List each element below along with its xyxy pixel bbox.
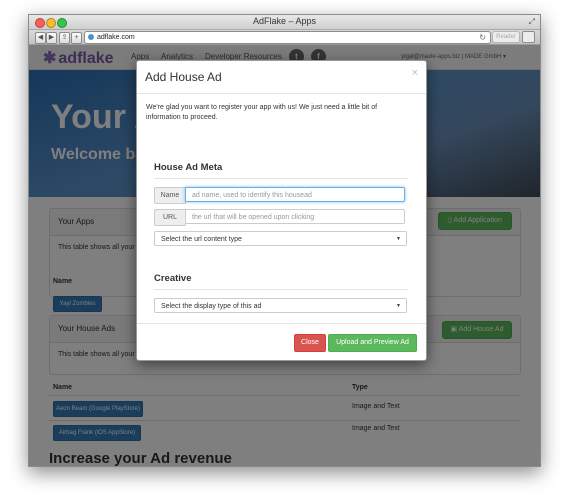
- address-bar[interactable]: adflake.com ↻: [84, 31, 491, 44]
- close-button[interactable]: Close: [294, 334, 326, 352]
- modal-title: Add House Ad: [145, 70, 222, 84]
- creative-heading: Creative: [154, 273, 192, 284]
- reload-icon[interactable]: ↻: [479, 32, 486, 43]
- site-icon: [88, 34, 94, 40]
- section-divider: [154, 178, 408, 179]
- modal-intro-text: We're glad you want to register your app…: [146, 104, 378, 121]
- modal-header: Add House Ad ×: [137, 61, 426, 94]
- url-text: adflake.com: [97, 34, 135, 41]
- url-input[interactable]: the url that will be opened upon clickin…: [185, 209, 405, 224]
- upload-preview-button[interactable]: Upload and Preview Ad: [328, 334, 417, 352]
- url-content-type-value: Select the url content type: [161, 236, 242, 243]
- browser-toolbar: ◀ ▶ ⇪ + adflake.com ↻ Reader: [29, 30, 540, 45]
- modal-footer: Close Upload and Preview Ad: [137, 323, 426, 361]
- browser-window: AdFlake – Apps ⤢ ◀ ▶ ⇪ + adflake.com ↻ R…: [28, 14, 541, 467]
- forward-button[interactable]: ▶: [46, 32, 57, 44]
- title-bar: AdFlake – Apps ⤢: [29, 15, 540, 30]
- fullscreen-icon[interactable]: ⤢: [529, 17, 535, 27]
- page-viewport: ✱adflake Apps Analytics Developer Resour…: [29, 45, 540, 466]
- downloads-icon[interactable]: [522, 31, 535, 43]
- url-content-type-select[interactable]: Select the url content type ▼: [154, 231, 407, 246]
- reader-button[interactable]: Reader: [492, 31, 520, 43]
- back-button[interactable]: ◀: [35, 32, 46, 44]
- window-title: AdFlake – Apps: [252, 16, 317, 26]
- share-button[interactable]: ⇪: [59, 32, 70, 44]
- add-house-ad-modal: Add House Ad × We're glad you want to re…: [136, 60, 427, 361]
- display-type-select[interactable]: Select the display type of this ad ▼: [154, 298, 407, 313]
- caret-down-icon: ▼: [396, 236, 401, 242]
- name-input[interactable]: ad name, used to identify this housead: [185, 187, 405, 202]
- display-type-value: Select the display type of this ad: [161, 303, 262, 310]
- close-icon[interactable]: ×: [412, 67, 418, 79]
- name-field-label: Name: [154, 187, 186, 204]
- caret-down-icon: ▼: [396, 303, 401, 309]
- url-field-label: URL: [154, 209, 186, 226]
- house-ad-meta-heading: House Ad Meta: [154, 162, 223, 173]
- add-bookmark-button[interactable]: +: [71, 32, 82, 44]
- section-divider: [154, 289, 408, 290]
